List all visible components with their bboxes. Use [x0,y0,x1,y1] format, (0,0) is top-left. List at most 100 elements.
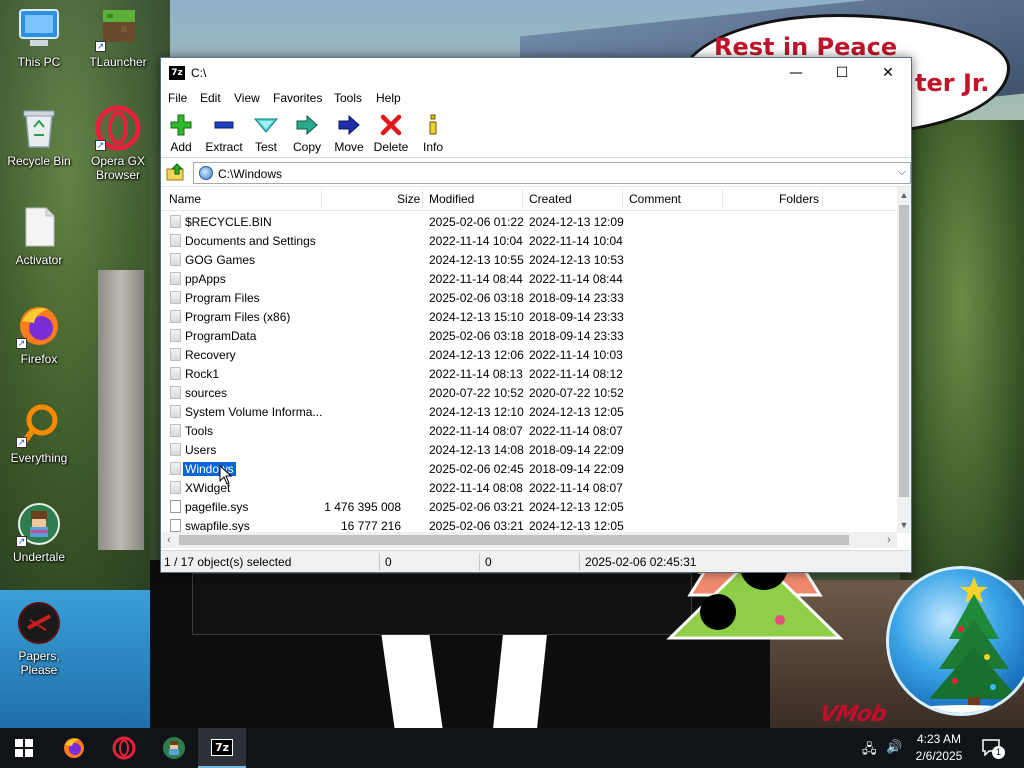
file-created: 2024-12-13 10:53 [529,253,624,267]
vertical-scroll-thumb[interactable] [899,205,909,497]
table-row[interactable]: System Volume Informa... 2024-12-13 12:1… [161,402,897,421]
clock-date[interactable]: 2/6/2025 [908,749,970,763]
minimize-button[interactable]: — [773,58,819,88]
computer-icon [16,6,62,52]
file-created: 2024-12-13 12:05 [529,519,624,533]
table-row[interactable]: Users 2024-12-13 14:08 2018-09-14 22:09 [161,440,897,459]
file-name: sources [185,386,228,400]
table-row[interactable]: Tools 2022-11-14 08:07 2022-11-14 08:07 [161,421,897,440]
chevron-down-icon[interactable]: ⌵ [898,166,906,179]
desktop-icon-papers-please[interactable]: Papers, Please [1,600,77,677]
taskbar-firefox[interactable] [50,728,98,768]
table-row[interactable]: ppApps 2022-11-14 08:44 2022-11-14 08:44 [161,269,897,288]
taskbar-seven-zip[interactable]: 7z [198,728,246,768]
test-button[interactable]: Test [253,112,279,156]
table-row[interactable]: sources 2020-07-22 10:52 2020-07-22 10:5… [161,383,897,402]
column-divider[interactable] [422,189,423,209]
close-button[interactable]: ✕ [865,58,911,88]
drive-globe-icon [199,166,213,180]
table-row[interactable]: GOG Games 2024-12-13 10:55 2024-12-13 10… [161,250,897,269]
status-divider [379,553,380,571]
table-row[interactable]: XWidget 2022-11-14 08:08 2022-11-14 08:0… [161,478,897,497]
file-modified: 2025-02-06 02:45 [429,462,524,476]
firefox-icon [64,738,84,758]
horizontal-scroll-thumb[interactable] [179,535,849,545]
maximize-button[interactable]: ☐ [819,58,865,88]
up-folder-button[interactable] [165,162,187,182]
column-divider[interactable] [822,189,823,209]
taskbar-undertale[interactable] [150,728,198,768]
menu-help[interactable]: Help [376,91,401,105]
desktop-icon-firefox[interactable]: ↗ Firefox [1,303,77,366]
desktop-icon-recycle-bin[interactable]: Recycle Bin [1,105,77,168]
table-row[interactable]: Recovery 2024-12-13 12:06 2022-11-14 10:… [161,345,897,364]
file-modified: 2024-12-13 12:06 [429,348,524,362]
taskbar-opera-gx[interactable] [100,728,148,768]
mouse-cursor-icon [219,465,233,485]
desktop-icon-opera-gx[interactable]: ↗ Opera GX Browser [80,105,156,182]
notification-center-button[interactable]: 1 [980,736,1008,760]
table-row[interactable]: Program Files (x86) 2024-12-13 15:10 201… [161,307,897,326]
scroll-down-icon[interactable]: ▼ [897,517,911,533]
menu-favorites[interactable]: Favorites [273,91,322,105]
table-row[interactable]: Program Files 2025-02-06 03:18 2018-09-1… [161,288,897,307]
column-divider[interactable] [722,189,723,209]
desktop-icon-label: Firefox [20,352,58,366]
desktop-icon-this-pc[interactable]: This PC [1,6,77,69]
column-comment[interactable]: Comment [629,192,681,206]
menu-view[interactable]: View [234,91,260,105]
desktop-icon-everything[interactable]: ↗ Everything [1,402,77,465]
copy-arrow-icon [291,112,323,138]
move-button[interactable]: Move [333,112,365,156]
menu-file[interactable]: File [168,91,187,105]
clock-time[interactable]: 4:23 AM [908,732,970,746]
snow-globe-decoration [886,566,1024,716]
copy-button[interactable]: Copy [291,112,323,156]
network-icon[interactable]: 🖧 [862,740,877,762]
file-name: Program Files (x86) [185,310,291,324]
column-name[interactable]: Name [169,192,201,206]
extract-button[interactable]: Extract [203,112,245,156]
desktop-icon-undertale[interactable]: ↗ Undertale [1,501,77,564]
table-row[interactable]: Rock1 2022-11-14 08:13 2022-11-14 08:12 [161,364,897,383]
table-row-selected[interactable]: Windows 2025-02-06 02:45 2018-09-14 22:0… [161,459,897,478]
start-button[interactable] [0,728,48,768]
file-created: 2022-11-14 08:12 [529,367,623,381]
column-modified[interactable]: Modified [429,192,474,206]
title-bar[interactable]: 7z C:\ — ☐ ✕ [161,58,911,88]
shortcut-arrow-icon: ↗ [16,536,27,547]
notification-count-badge: 1 [992,746,1005,759]
column-divider[interactable] [522,189,523,209]
scroll-left-icon[interactable]: ‹ [161,532,177,548]
status-divider [579,553,580,571]
volume-icon[interactable]: 🔊 [886,740,902,755]
menu-edit[interactable]: Edit [200,91,221,105]
table-row[interactable]: Documents and Settings 2022-11-14 10:04 … [161,231,897,250]
desktop-icon-activator[interactable]: Activator [1,204,77,267]
info-button[interactable]: Info [420,112,446,156]
horizontal-scrollbar[interactable]: ‹ › [161,532,897,548]
delete-label: Delete [373,140,409,154]
file-created: 2018-09-14 22:09 [529,462,624,476]
scroll-up-icon[interactable]: ▲ [897,187,911,203]
add-button[interactable]: Add [167,112,195,156]
desktop-icon-tlauncher[interactable]: ↗ TLauncher [80,6,156,69]
column-divider[interactable] [622,189,623,209]
recycle-bin-icon [16,105,62,151]
menu-tools[interactable]: Tools [334,91,362,105]
scroll-right-icon[interactable]: › [881,532,897,548]
column-size[interactable]: Size [397,192,420,206]
shortcut-arrow-icon: ↗ [95,140,106,151]
table-row[interactable]: $RECYCLE.BIN 2025-02-06 01:22 2024-12-13… [161,212,897,231]
delete-button[interactable]: Delete [373,112,409,156]
column-created[interactable]: Created [529,192,572,206]
vertical-scrollbar[interactable]: ▲ ▼ [897,187,911,533]
desktop-icon-label: Opera GX Browser [90,154,146,182]
column-folders[interactable]: Folders [779,192,819,206]
file-modified: 2022-11-14 10:04 [429,234,523,248]
path-input[interactable]: C:\Windows ⌵ [193,162,911,184]
folder-icon [170,272,181,285]
column-divider[interactable] [321,189,322,209]
table-row[interactable]: ProgramData 2025-02-06 03:18 2018-09-14 … [161,326,897,345]
table-row[interactable]: pagefile.sys 1 476 395 008 2025-02-06 03… [161,497,897,516]
